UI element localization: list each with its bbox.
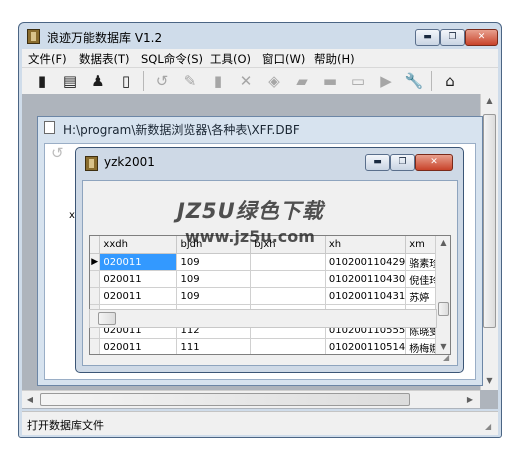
scroll-down-icon[interactable]: ▼ [436,342,450,351]
table-cell[interactable]: 010200110431 [325,287,407,305]
column-header[interactable]: xxdh [99,236,178,254]
refresh-icon[interactable]: ↺ [152,71,172,91]
table-cell[interactable]: 020011 [99,270,178,288]
table-cell[interactable]: 010200110514 [325,338,407,354]
table-row[interactable]: 020011 111 010200110514 杨梅娜 [90,338,450,354]
yzk2001-window: yzk2001 ▬ ❐ ✕ xxdh bjdh bjxh xh xm ▶ 020… [75,147,464,373]
scroll-right-icon[interactable]: ▶ [464,395,476,404]
table-cell[interactable]: 020011 [99,287,178,305]
title-bar[interactable]: 浪迹万能数据库 V1.2 ▬ ❐ ✕ [19,23,501,50]
client-vscroll-thumb[interactable] [483,114,496,328]
dialog-close-button[interactable]: ✕ [415,154,453,171]
run-icon[interactable]: ▶ [376,71,396,91]
pencil-icon[interactable]: ✎ [180,71,200,91]
menu-file[interactable]: 文件(F) [28,51,67,67]
menu-tools[interactable]: 工具(O) [210,51,251,67]
child-window-title: H:\program\新数据浏览器\各种表\XFF.DBF [63,123,300,137]
data-grid[interactable]: xxdh bjdh bjxh xh xm ▶ 020011 109 010200… [89,235,451,355]
table-window-icon [85,156,98,171]
table-cell[interactable]: 109 [176,270,252,288]
table-cell[interactable]: 109 [176,287,252,305]
toolbar: ▮ ▤ ♟ ▯ ↺ ✎ ▮ ✕ ◈ ▰ ▬ ▭ ▶ 🔧 ⌂ [22,67,498,94]
users-icon[interactable]: ♟ [88,71,108,91]
table-cell[interactable]: 020011 [99,338,178,354]
table-cell[interactable]: 010200110430 [325,270,407,288]
client-hscroll-thumb[interactable] [40,393,410,406]
scroll-left-icon[interactable]: ◀ [24,395,36,404]
grid-vertical-scrollbar[interactable]: ▲ ▼ [435,236,450,354]
database-icon[interactable]: ▮ [32,71,52,91]
row-indicator [90,270,101,288]
table-cell[interactable] [250,338,326,354]
toolbar-separator [431,71,432,91]
scroll-down-icon[interactable]: ▼ [481,376,498,385]
document-icon [44,121,55,134]
toolbar-separator [143,71,144,91]
table-cell[interactable]: 111 [176,338,252,354]
row-indicator-header [90,236,101,254]
app-icon [27,29,40,44]
menu-table[interactable]: 数据表(T) [79,51,130,67]
scroll-up-icon[interactable]: ▲ [481,96,498,105]
table-cell[interactable]: 020011 [99,253,178,271]
maximize-button[interactable]: ❐ [440,29,465,46]
table-row[interactable]: 020011 109 010200110430 倪佳玲 [90,270,450,288]
status-text: 打开数据库文件 [27,419,104,432]
filter-icon[interactable]: ◈ [264,71,284,91]
table-cell[interactable]: 109 [176,253,252,271]
menu-help[interactable]: 帮助(H) [314,51,355,67]
dialog-maximize-button[interactable]: ❐ [390,154,415,171]
resize-grip-icon[interactable]: ◢ [485,422,491,431]
menu-bar: 文件(F) 数据表(T) SQL命令(S) 工具(O) 窗口(W) 帮助(H) [22,49,498,67]
grid-hscroll-thumb[interactable] [98,312,116,325]
table-cell[interactable] [250,253,326,271]
menu-window[interactable]: 窗口(W) [262,51,305,67]
grid-vscroll-thumb[interactable] [438,302,449,316]
table-cell[interactable] [250,270,326,288]
row-indicator [90,287,101,305]
row-indicator [90,338,101,354]
refresh-icon: ↺ [51,144,64,162]
home-icon[interactable]: ⌂ [440,71,460,91]
menu-sql[interactable]: SQL命令(S) [141,51,203,67]
data-table: xxdh bjdh bjxh xh xm ▶ 020011 109 010200… [90,236,450,354]
delete-icon[interactable]: ✕ [236,71,256,91]
table-cell[interactable] [250,287,326,305]
grid-horizontal-scrollbar[interactable] [89,309,437,328]
watermark-url: www.jz5u.com [185,227,315,246]
dialog-minimize-button[interactable]: ▬ [365,154,390,171]
window-icon[interactable]: ▭ [348,71,368,91]
folder-open-icon[interactable]: ▤ [60,71,80,91]
table-row[interactable]: ▶ 020011 109 010200110429 骆素珍 [90,253,450,271]
close-button[interactable]: ✕ [465,29,498,46]
minimize-button[interactable]: ▬ [415,29,440,46]
scroll-up-icon[interactable]: ▲ [436,238,450,247]
current-row-icon: ▶ [90,253,101,271]
page-icon[interactable]: ▮ [208,71,228,91]
resize-grip-icon[interactable]: ◢ [443,353,449,362]
status-bar: 打开数据库文件 ◢ [22,411,498,435]
dialog-title: yzk2001 [104,155,155,169]
window-title: 浪迹万能数据库 V1.2 [47,31,163,45]
document-icon[interactable]: ▯ [116,71,136,91]
table-cell[interactable]: 010200110429 [325,253,407,271]
column-header[interactable]: xh [325,236,407,254]
client-horizontal-scrollbar[interactable]: ◀ ▶ [22,390,480,408]
watermark-logo: JZ5U绿色下载 [177,199,324,223]
message-icon[interactable]: ▬ [320,71,340,91]
folder-icon[interactable]: ▰ [292,71,312,91]
wrench-icon[interactable]: 🔧 [404,71,424,91]
table-row[interactable]: 020011 109 010200110431 苏婷 [90,287,450,305]
